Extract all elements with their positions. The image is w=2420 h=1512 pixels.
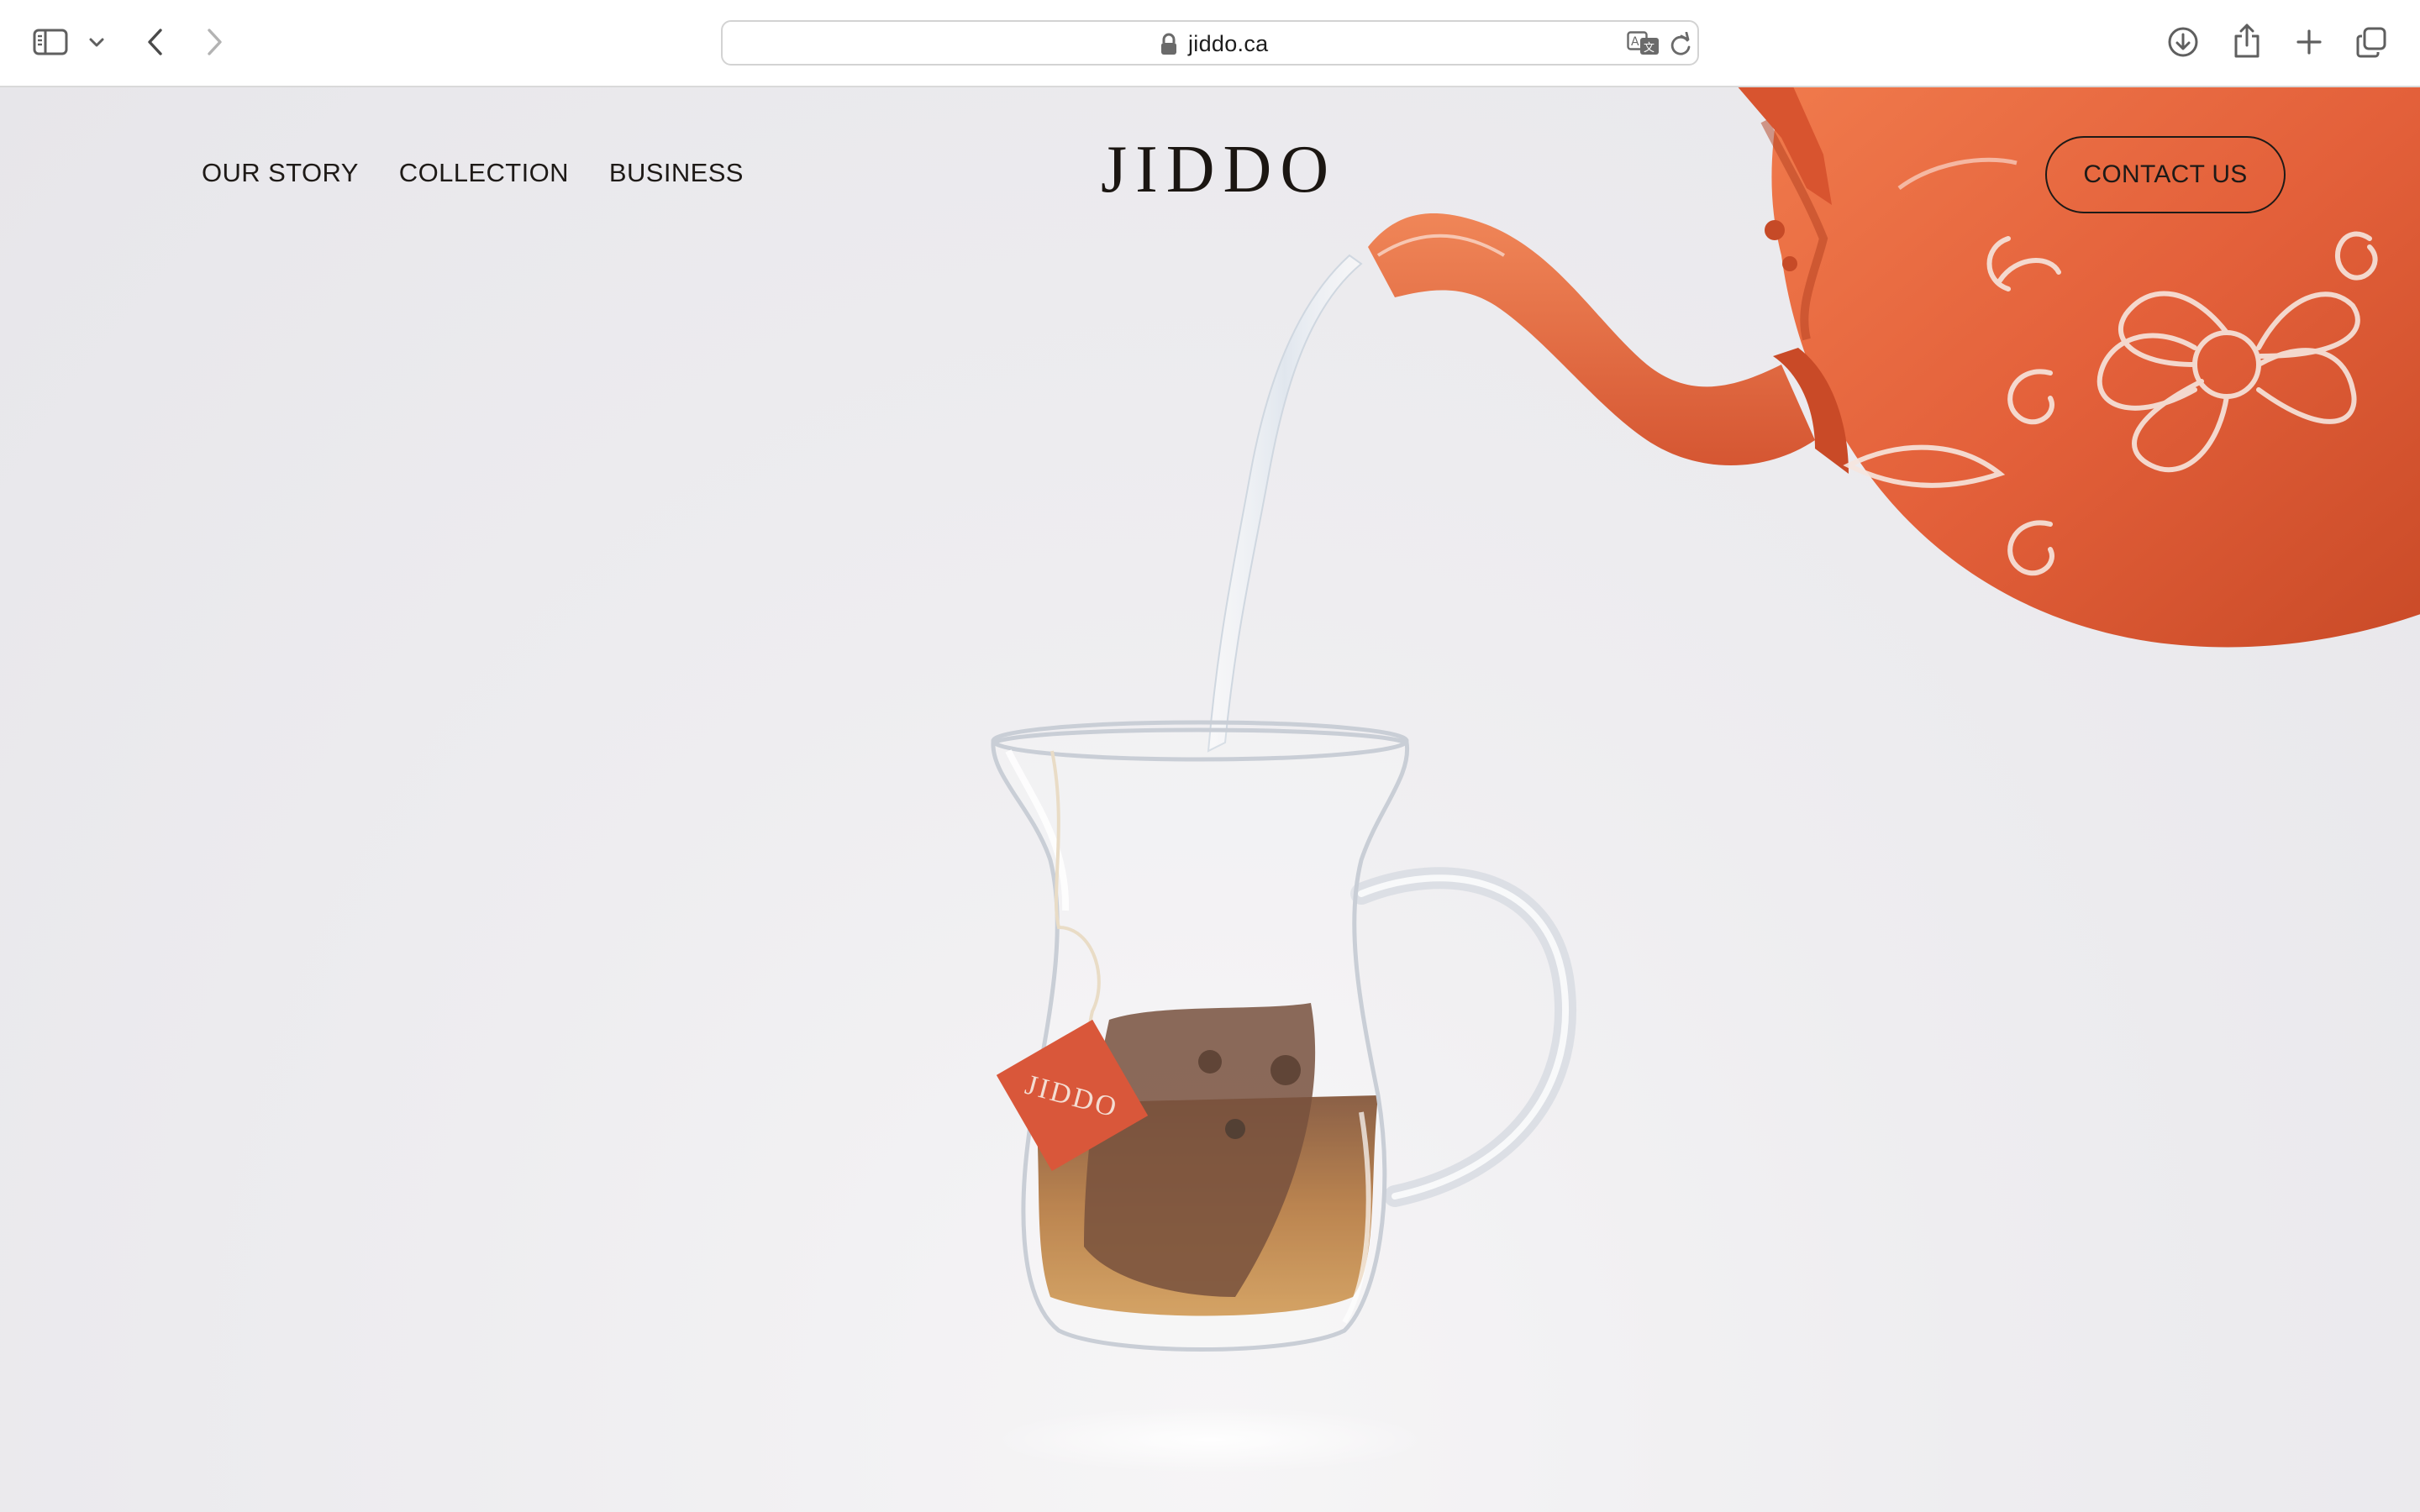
tab-overview-icon[interactable] (2353, 24, 2390, 60)
chevron-down-icon[interactable] (86, 32, 108, 54)
contact-us-button[interactable]: CONTACT US (2045, 136, 2286, 213)
water-stream (1207, 254, 1363, 753)
nav-our-story[interactable]: OUR STORY (202, 158, 359, 188)
nav-business[interactable]: BUSINESS (609, 158, 744, 188)
translate-icon[interactable]: A文 (1627, 31, 1660, 56)
main-nav: OUR STORY COLLECTION BUSINESS (202, 158, 744, 188)
browser-toolbar: jiddo.ca A文 (0, 0, 2420, 87)
reload-icon[interactable] (1669, 32, 1692, 57)
sidebar-icon[interactable] (30, 24, 71, 60)
address-bar[interactable]: jiddo.ca A文 (721, 20, 1699, 66)
hero-image: JIDDO (991, 87, 2420, 1473)
hero-section: JIDDO OUR STORY COLLECTION BUSINESS JIDD… (0, 87, 2420, 1512)
plus-icon[interactable] (2291, 24, 2328, 60)
site-logo[interactable]: JIDDO (1101, 136, 1328, 203)
share-icon[interactable] (2228, 20, 2265, 62)
forward-arrow-icon[interactable] (200, 24, 230, 60)
nav-collection[interactable]: COLLECTION (399, 158, 569, 188)
back-arrow-icon[interactable] (139, 24, 170, 60)
download-icon[interactable] (2165, 24, 2202, 60)
svg-text:文: 文 (1644, 42, 1655, 55)
url-text: jiddo.ca (1188, 31, 1269, 56)
lock-icon (1160, 33, 1178, 56)
svg-text:A: A (1631, 35, 1639, 49)
